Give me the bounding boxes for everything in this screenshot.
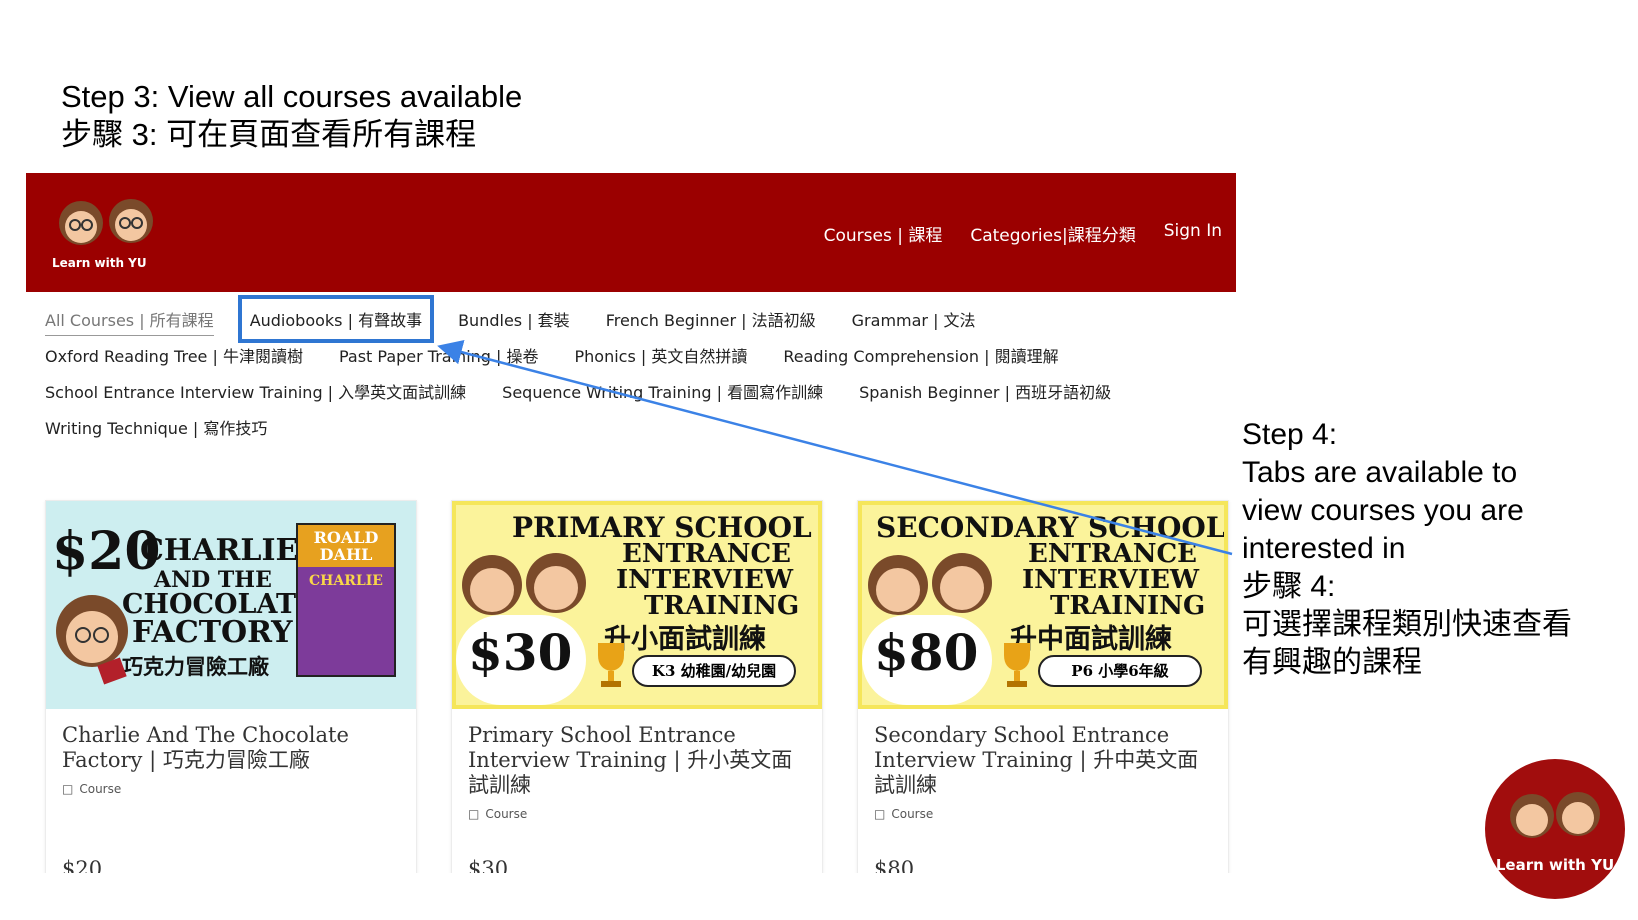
step4-line: 有興趣的課程 [1242,646,1422,679]
course-type: □ Course [468,802,808,827]
thumb-zh: 巧克力冒險工廠 [122,654,269,679]
course-title[interactable]: Secondary School Entrance Interview Trai… [874,723,1214,827]
tab-grammar[interactable]: Grammar | 文法 [852,307,976,331]
trophy-icon [1004,643,1030,687]
thumb-price: $30 [468,623,573,682]
course-title-text: Primary School Entrance Interview Traini… [468,723,793,797]
avatar-icon [56,595,128,685]
level-badge: K3 幼稚園/幼兒園 [632,655,796,687]
course-type: □ Course [874,802,1214,827]
step4-line: interested in [1242,532,1406,565]
course-card[interactable]: $20 CHARLIE AND THE CHOCOLATE FACTORY 巧克… [45,500,417,873]
category-tabs: All Courses | 所有課程 Audiobooks | 有聲故事 Bun… [45,295,1225,445]
tab-oxford-reading-tree[interactable]: Oxford Reading Tree | 牛津閱讀樹 [45,343,303,367]
step4-line: 可選擇課程類別快速查看 [1242,608,1572,641]
course-thumbnail: $20 CHARLIE AND THE CHOCOLATE FACTORY 巧克… [46,501,416,709]
level-badge: P6 小學6年級 [1038,655,1202,687]
course-type: □ Course [62,777,402,802]
tab-phonics[interactable]: Phonics | 英文自然拼讀 [575,343,748,367]
step4-line: Tabs are available to [1242,456,1518,489]
book-cover: ROALD DAHL CHARLIE [296,523,396,677]
tab-audiobooks[interactable]: Audiobooks | 有聲故事 [237,295,435,343]
course-price: $20 [62,857,103,873]
trophy-icon [598,643,624,687]
course-title[interactable]: Primary School Entrance Interview Traini… [468,723,808,827]
course-card[interactable]: PRIMARY SCHOOL ENTRANCE INTERVIEW TRAINI… [451,500,823,873]
thumb-price: $80 [874,623,979,682]
website-screenshot: Learn with YU Courses | 課程 Categories|課程… [26,173,1236,873]
step3-caption-zh: 步驟 3: 可在頁面查看所有課程 [61,117,477,152]
thumb-line4: FACTORY [132,615,293,650]
tab-bundles[interactable]: Bundles | 套裝 [458,307,570,331]
tab-spanish-beginner[interactable]: Spanish Beginner | 西班牙語初級 [859,379,1111,403]
book-title: CHARLIE [309,573,383,589]
course-title[interactable]: Charlie And The Chocolate Factory | 巧克力冒… [62,723,402,802]
course-icon: □ [468,807,480,821]
course-icon: □ [874,807,886,821]
course-card[interactable]: SECONDARY SCHOOL ENTRANCE INTERVIEW TRAI… [857,500,1229,873]
step4-line: Step 4: [1242,418,1338,451]
step3-caption: Step 3: View all courses available 步驟 3:… [61,78,522,154]
corner-logo-text: Learn with YU [1496,856,1614,874]
course-price: $80 [874,857,915,873]
course-thumbnail: SECONDARY SCHOOL ENTRANCE INTERVIEW TRAI… [858,501,1228,709]
course-thumbnail: PRIMARY SCHOOL ENTRANCE INTERVIEW TRAINI… [452,501,822,709]
nav-sign-in[interactable]: Sign In [1164,221,1222,246]
course-price: $30 [468,857,509,873]
tab-school-entrance-interview[interactable]: School Entrance Interview Training | 入學英… [45,379,466,403]
step4-caption: Step 4: Tabs are available to view cours… [1242,416,1572,682]
course-title-text: Secondary School Entrance Interview Trai… [874,723,1199,797]
site-header: Learn with YU Courses | 課程 Categories|課程… [26,173,1236,292]
tab-reading-comprehension[interactable]: Reading Comprehension | 閱讀理解 [783,343,1058,367]
avatar-icon [868,553,992,615]
step3-caption-en: Step 3: View all courses available [61,79,523,114]
course-grid: $20 CHARLIE AND THE CHOCOLATE FACTORY 巧克… [45,500,1229,873]
course-type-label: Course [79,782,122,796]
book-author: ROALD DAHL [298,525,394,567]
course-icon: □ [62,782,74,796]
site-logo[interactable]: Learn with YU [48,187,168,277]
top-nav: Courses | 課程 Categories|課程分類 Sign In [824,221,1222,246]
step4-line: view courses you are [1242,494,1524,527]
tab-french-beginner[interactable]: French Beginner | 法語初級 [606,307,816,331]
avatar-icon [462,553,586,615]
course-type-label: Course [485,807,528,821]
tab-writing-technique[interactable]: Writing Technique | 寫作技巧 [45,415,267,439]
tab-past-paper-training[interactable]: Past Paper Training | 操卷 [339,343,539,367]
nav-categories[interactable]: Categories|課程分類 [970,221,1135,246]
course-type-label: Course [891,807,934,821]
thumb-zh: 升小面試訓練 [604,624,766,655]
logo-text: Learn with YU [52,256,147,270]
tab-sequence-writing[interactable]: Sequence Writing Training | 看圖寫作訓練 [502,379,823,403]
nav-courses[interactable]: Courses | 課程 [824,221,943,246]
tab-all-courses[interactable]: All Courses | 所有課程 [45,307,214,336]
corner-logo: Learn with YU [1485,759,1625,899]
thumb-zh: 升中面試訓練 [1010,624,1172,655]
course-title-text: Charlie And The Chocolate Factory | 巧克力冒… [62,723,349,772]
thumb-line1: CHARLIE [140,533,299,568]
step4-line: 步驟 4: [1242,570,1336,603]
